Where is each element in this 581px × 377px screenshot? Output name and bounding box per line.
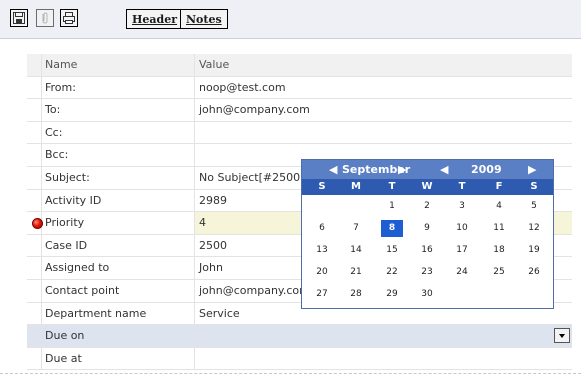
- calendar-day[interactable]: 23: [416, 264, 438, 281]
- calendar-year: 2009: [471, 163, 502, 176]
- print-icon: [63, 12, 75, 24]
- row-value[interactable]: john@company.com: [195, 99, 572, 121]
- calendar-day[interactable]: 10: [451, 220, 473, 237]
- calendar-day[interactable]: 15: [381, 242, 403, 259]
- calendar-day[interactable]: 17: [451, 242, 473, 259]
- calendar-header: ◀ September ▶ ◀ 2009 ▶: [302, 160, 553, 179]
- save-icon: [13, 12, 25, 24]
- row-label: Department name: [42, 302, 195, 325]
- column-header-value: Value: [199, 58, 230, 71]
- calendar-day[interactable]: 28: [345, 286, 367, 303]
- attachment-icon: [42, 12, 48, 24]
- calendar-day[interactable]: 7: [345, 220, 367, 237]
- row-label: Due on: [42, 325, 195, 347]
- calendar-day[interactable]: 20: [311, 264, 333, 281]
- row-label: Assigned to: [42, 257, 195, 279]
- calendar-day[interactable]: 30: [416, 286, 438, 303]
- next-year-button[interactable]: ▶: [528, 163, 536, 176]
- row-label: Bcc:: [42, 144, 195, 166]
- calendar-day[interactable]: 22: [381, 264, 403, 281]
- calendar-day[interactable]: 21: [345, 264, 367, 281]
- weekday-label: F: [495, 181, 503, 192]
- weekday-label: T: [458, 181, 466, 192]
- calendar-day[interactable]: 1: [381, 198, 403, 215]
- row-label: Subject:: [42, 166, 195, 189]
- row-label: Contact point: [42, 279, 195, 302]
- toolbar: Header Notes: [0, 0, 581, 39]
- save-button[interactable]: [10, 9, 28, 27]
- calendar-day[interactable]: 27: [311, 286, 333, 303]
- calendar-day[interactable]: 14: [345, 242, 367, 259]
- grid-header-row: Name Value: [27, 54, 572, 77]
- table-row[interactable]: To: john@company.com: [27, 99, 572, 122]
- table-row[interactable]: Cc:: [27, 121, 572, 145]
- row-label: To:: [42, 99, 195, 121]
- row-value[interactable]: [195, 122, 572, 144]
- row-value[interactable]: noop@test.com: [195, 77, 572, 99]
- calendar-day[interactable]: 6: [311, 220, 333, 237]
- weekday-label: T: [388, 181, 396, 192]
- next-month-button[interactable]: ▶: [398, 163, 406, 176]
- weekday-label: W: [421, 181, 433, 192]
- calendar-day[interactable]: 2: [416, 198, 438, 215]
- calendar-day[interactable]: 13: [311, 242, 333, 259]
- prev-month-button[interactable]: ◀: [329, 163, 337, 176]
- print-button[interactable]: [60, 9, 78, 27]
- tab-header[interactable]: Header: [126, 9, 184, 29]
- calendar-day[interactable]: 19: [523, 242, 545, 259]
- calendar-day[interactable]: 3: [451, 198, 473, 215]
- calendar-weekdays: SMTWTFS: [302, 179, 553, 195]
- table-row[interactable]: Due at: [27, 347, 572, 371]
- weekday-label: S: [318, 181, 326, 192]
- date-picker-popup: ◀ September ▶ ◀ 2009 ▶ SMTWTFS 123456789…: [301, 159, 554, 309]
- row-label: Priority: [42, 212, 195, 234]
- row-label: Case ID: [42, 234, 195, 257]
- calendar-day[interactable]: 4: [488, 198, 510, 215]
- calendar-day[interactable]: 5: [523, 198, 545, 215]
- calendar-day[interactable]: 26: [523, 264, 545, 281]
- calendar-day[interactable]: 29: [381, 286, 403, 303]
- tab-notes[interactable]: Notes: [180, 9, 228, 29]
- weekday-label: M: [351, 181, 361, 192]
- column-header-name: Name: [42, 54, 195, 76]
- calendar-day[interactable]: 18: [488, 242, 510, 259]
- row-label: Cc:: [42, 121, 195, 144]
- table-row[interactable]: Due on: [27, 325, 572, 348]
- calendar-day[interactable]: 12: [523, 220, 545, 237]
- calendar-day[interactable]: 24: [451, 264, 473, 281]
- row-label: From:: [42, 76, 195, 99]
- row-label: Activity ID: [42, 189, 195, 212]
- divider: [0, 373, 581, 377]
- due-on-field[interactable]: [195, 325, 572, 347]
- row-label: Due at: [42, 347, 195, 370]
- due-at-field[interactable]: [195, 348, 572, 370]
- calendar-day[interactable]: 9: [416, 220, 438, 237]
- prev-year-button[interactable]: ◀: [440, 163, 448, 176]
- weekday-label: S: [530, 181, 538, 192]
- calendar-day[interactable]: 16: [416, 242, 438, 259]
- table-row[interactable]: From: noop@test.com: [27, 76, 572, 100]
- calendar-day[interactable]: 8: [381, 220, 403, 237]
- attach-button[interactable]: [36, 9, 54, 27]
- calendar-day[interactable]: 11: [488, 220, 510, 237]
- date-dropdown-button[interactable]: [554, 328, 570, 344]
- calendar-day[interactable]: 25: [488, 264, 510, 281]
